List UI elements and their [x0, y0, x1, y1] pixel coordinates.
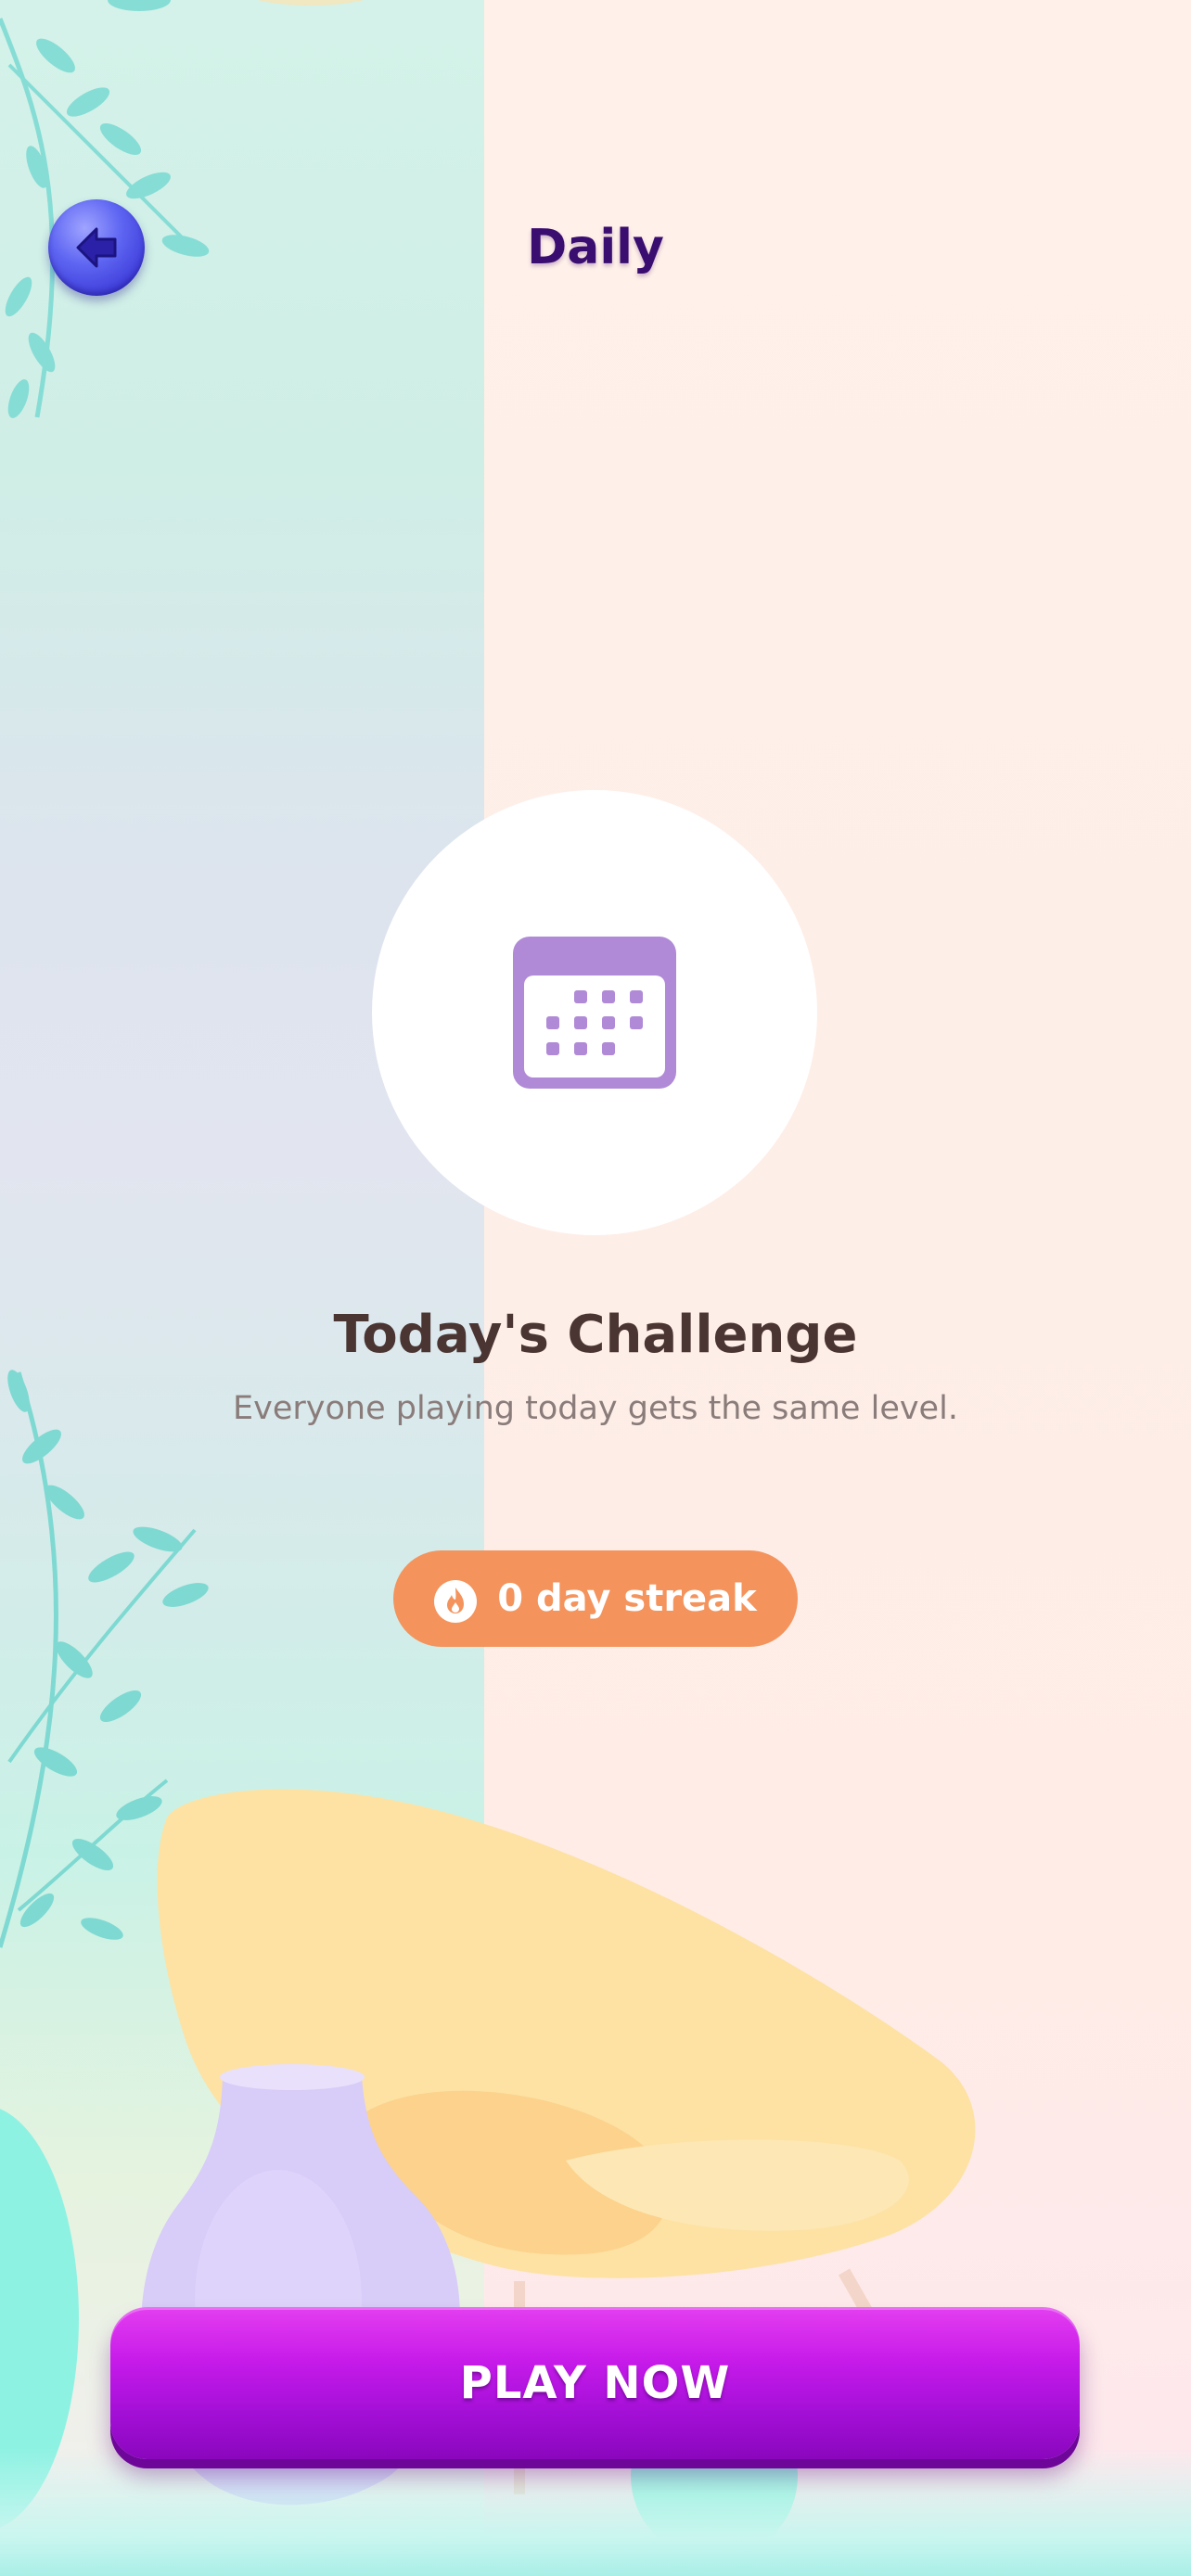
challenge-title: Today's Challenge — [333, 1305, 858, 1365]
back-button[interactable] — [48, 199, 145, 296]
challenge-icon-circle — [372, 790, 817, 1235]
arrow-left-icon — [76, 227, 117, 268]
challenge-subtitle: Everyone playing today gets the same lev… — [233, 1390, 958, 1427]
play-now-label: PLAY NOW — [459, 2357, 731, 2409]
streak-badge: 0 day streak — [393, 1550, 798, 1647]
calendar-icon — [513, 937, 676, 1089]
streak-label: 0 day streak — [497, 1577, 757, 1620]
background-illustration — [0, 0, 976, 2559]
background-floor — [0, 2448, 1191, 2576]
play-now-button[interactable]: PLAY NOW — [110, 2307, 1080, 2459]
flame-icon — [434, 1580, 478, 1623]
page-title: Daily — [527, 220, 664, 275]
